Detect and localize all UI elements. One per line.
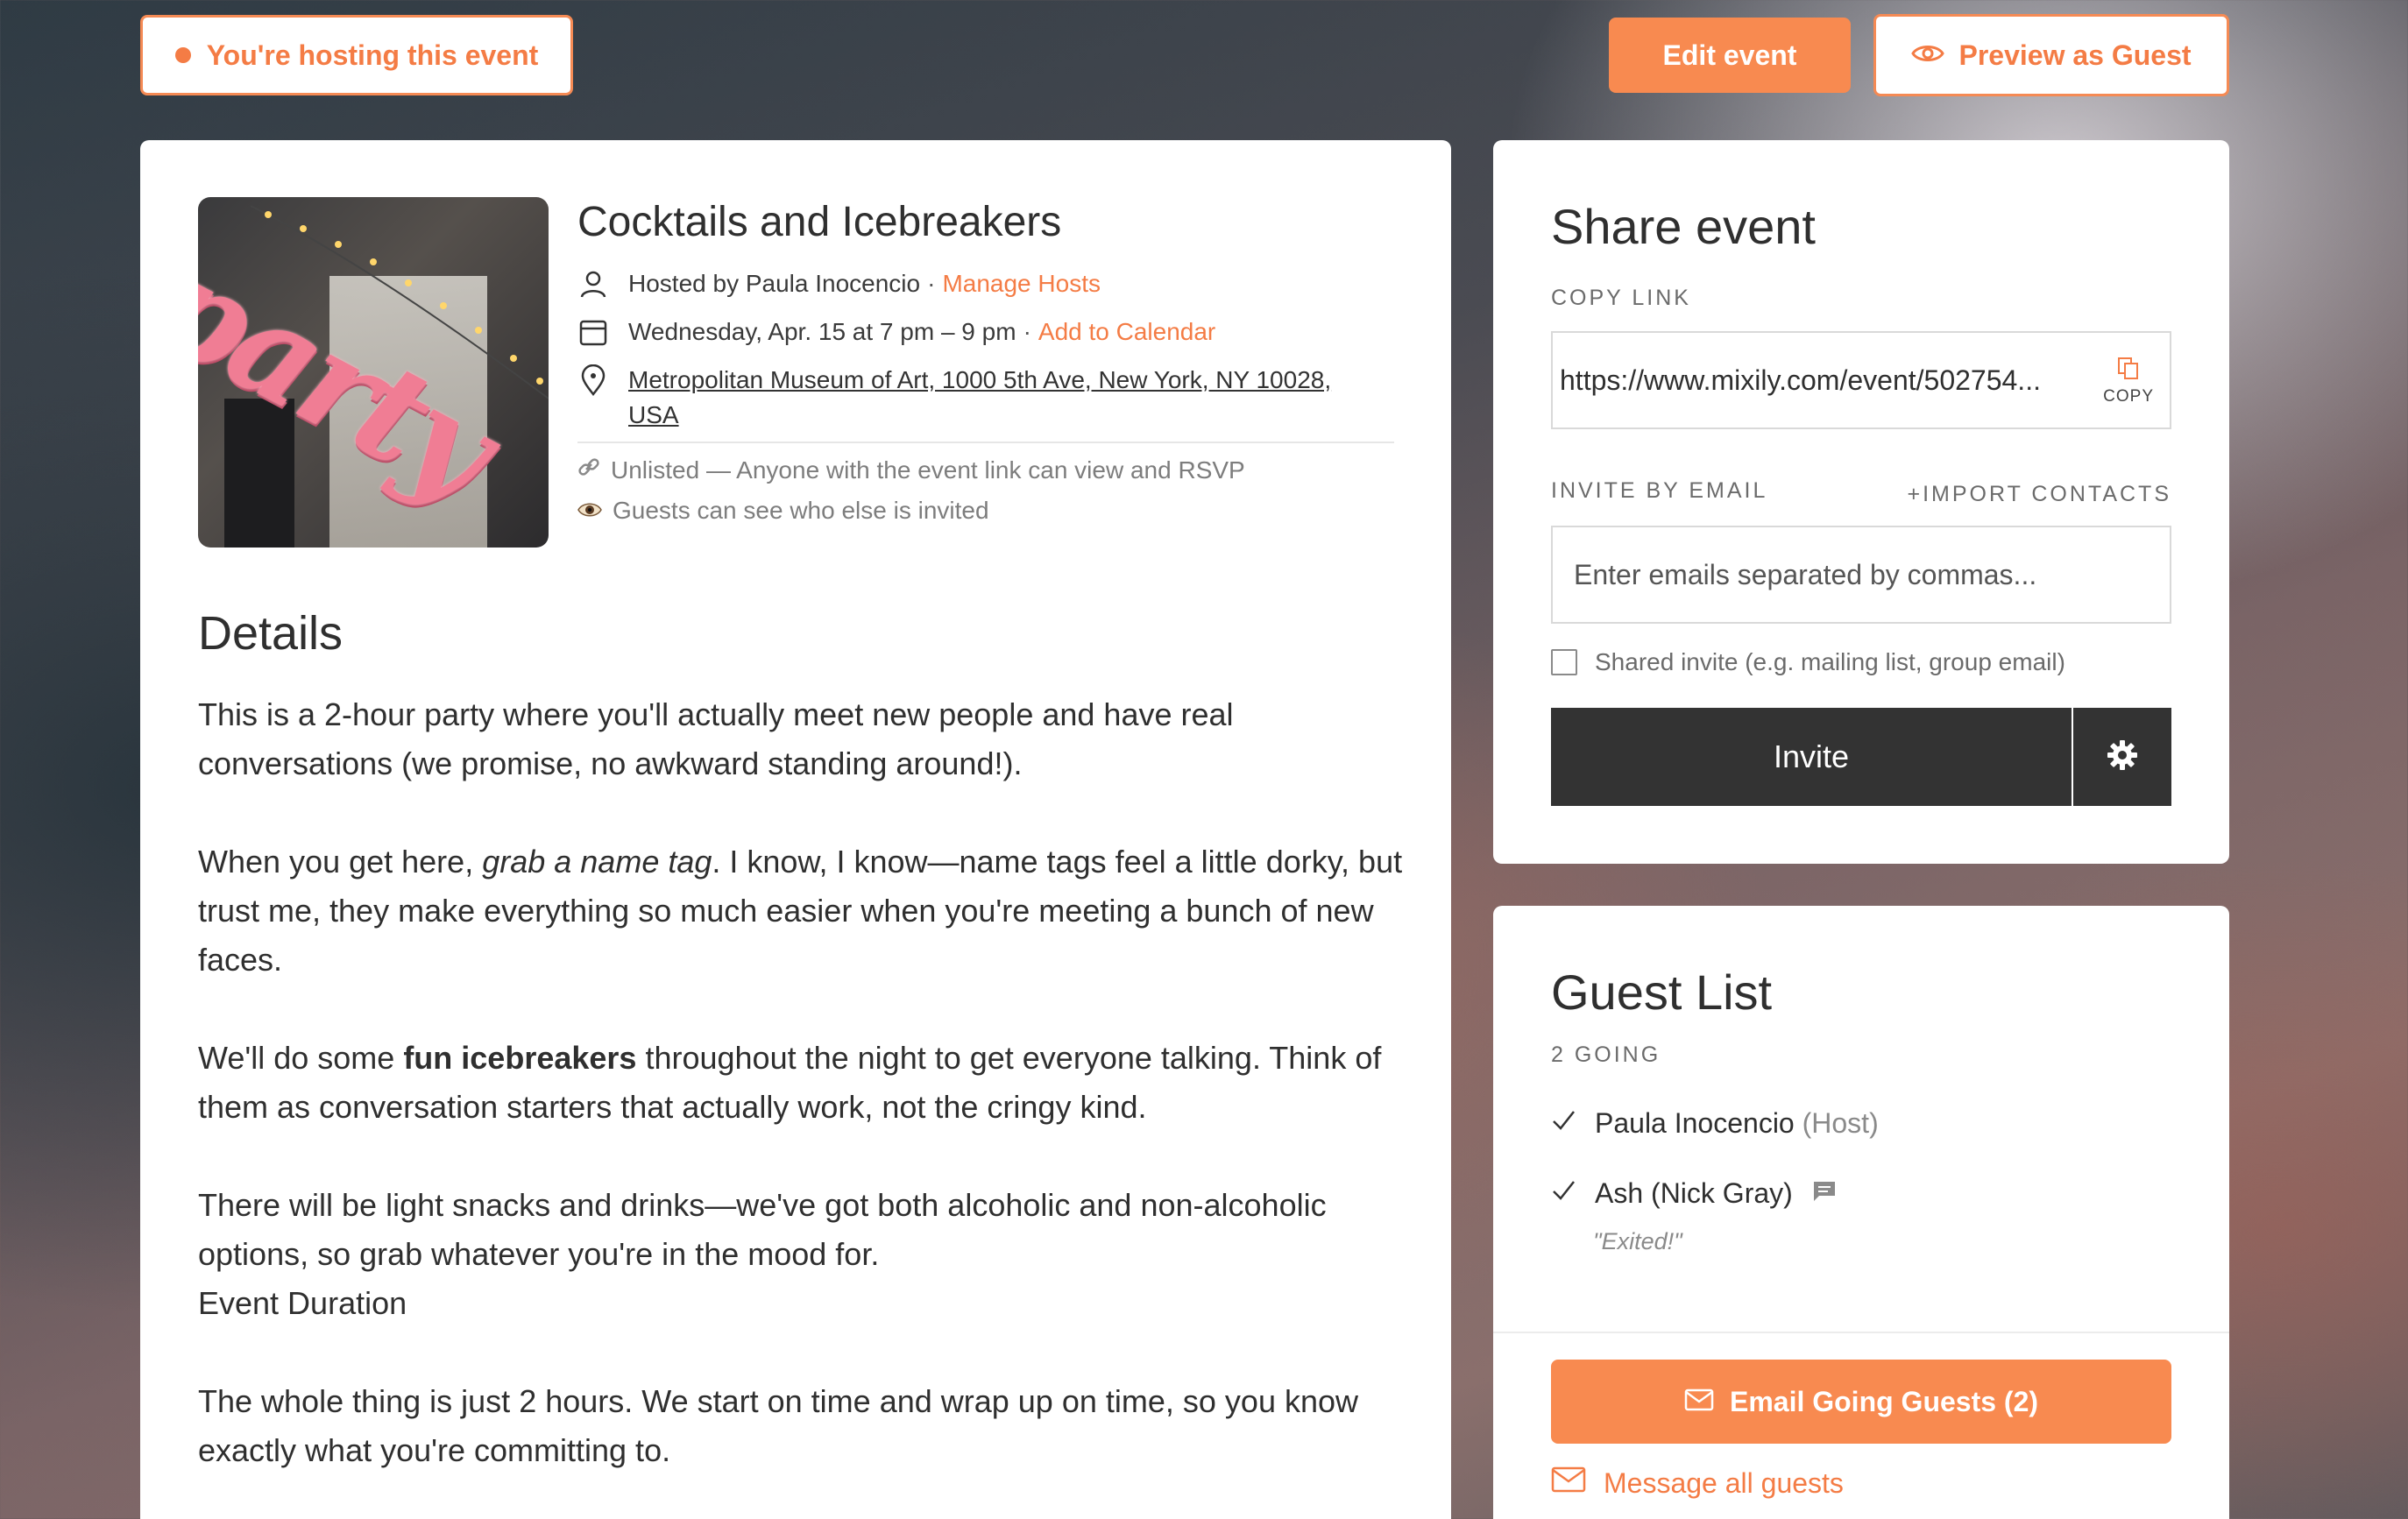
- eye-icon: [1911, 39, 1945, 72]
- share-event-heading: Share event: [1551, 199, 1816, 254]
- guest-name-text: Ash (Nick Gray): [1595, 1177, 1793, 1209]
- invite-button[interactable]: Invite: [1551, 708, 2072, 806]
- mail-icon: [1551, 1466, 1586, 1500]
- invite-settings-button[interactable]: [2073, 708, 2171, 806]
- guest-visibility-row: Guests can see who else is invited: [577, 497, 989, 525]
- email-placeholder: Enter emails separated by commas...: [1574, 558, 2037, 590]
- mail-icon: [1684, 1386, 1714, 1418]
- location-pin-icon: [577, 363, 616, 398]
- add-to-calendar-link[interactable]: Add to Calendar: [1038, 314, 1215, 350]
- details-subheading: Event Duration: [198, 1285, 407, 1321]
- visibility-row: Unlisted — Anyone with the event link ca…: [577, 456, 1245, 484]
- check-icon: [1551, 1107, 1576, 1140]
- message-all-guests-link[interactable]: Message all guests: [1551, 1466, 1844, 1500]
- shared-invite-row: Shared invite (e.g. mailing list, group …: [1551, 648, 2065, 676]
- visibility-text: Unlisted — Anyone with the event link ca…: [611, 456, 1245, 484]
- details-strong: fun icebreakers: [403, 1040, 637, 1076]
- comment-icon[interactable]: [1812, 1177, 1837, 1210]
- event-link-text: https://www.mixily.com/event/502754...: [1560, 364, 2041, 396]
- details-text: When you get here,: [198, 844, 483, 880]
- copy-label: COPY: [2103, 387, 2154, 406]
- guest-list-card: Guest List 2 GOING Paula Inocencio (Host…: [1493, 906, 2229, 1519]
- copy-link-button[interactable]: COPY: [2103, 356, 2154, 406]
- event-main-card: party Cocktails and Icebreakers Hosted b…: [140, 140, 1451, 1519]
- host-tag: (Host): [1802, 1107, 1879, 1139]
- manage-hosts-link[interactable]: Manage Hosts: [942, 266, 1101, 301]
- details-heading: Details: [198, 607, 343, 660]
- guest-comment: "Exited!": [1593, 1228, 1682, 1254]
- link-icon: [577, 456, 600, 484]
- gear-icon: [2105, 738, 2140, 777]
- edit-event-button[interactable]: Edit event: [1609, 18, 1851, 93]
- invite-button-label: Invite: [1773, 738, 1850, 774]
- separator-dot: ·: [1023, 318, 1031, 345]
- email-going-guests-button[interactable]: Email Going Guests (2): [1551, 1360, 2171, 1444]
- location-line-2: USA: [628, 401, 679, 428]
- check-icon: [1551, 1177, 1576, 1210]
- going-count: 2 GOING: [1551, 1042, 1661, 1067]
- datetime-text: Wednesday, Apr. 15 at 7 pm – 9 pm: [628, 318, 1016, 345]
- details-paragraph: When you get here, grab a name tag. I kn…: [198, 837, 1416, 985]
- hosted-by-text: Hosted by Paula Inocencio: [628, 270, 921, 297]
- event-title: Cocktails and Icebreakers: [577, 199, 1062, 245]
- details-paragraph: We'll do some fun icebreakers throughout…: [198, 1034, 1399, 1132]
- details-paragraph: There will be light snacks and drinks—we…: [198, 1187, 1327, 1272]
- edit-event-label: Edit event: [1662, 39, 1797, 71]
- copy-link-label: COPY LINK: [1551, 286, 1691, 310]
- meta-divider: [577, 442, 1394, 443]
- shared-invite-label: Shared invite (e.g. mailing list, group …: [1595, 648, 2065, 675]
- separator-dot: ·: [927, 270, 936, 297]
- guest-divider: [1493, 1332, 2229, 1333]
- event-cover-image[interactable]: party: [198, 197, 549, 548]
- email-going-guests-label: Email Going Guests (2): [1729, 1385, 2039, 1417]
- details-body: This is a 2-hour party where you'll actu…: [198, 690, 1407, 1519]
- guest-visibility-text: Guests can see who else is invited: [613, 497, 989, 524]
- preview-as-guest-label: Preview as Guest: [1958, 39, 2192, 71]
- share-event-card: Share event COPY LINK https://www.mixily…: [1493, 140, 2229, 864]
- preview-as-guest-button[interactable]: Preview as Guest: [1873, 14, 2229, 96]
- message-all-guests-label: Message all guests: [1604, 1466, 1844, 1499]
- hosted-by-row: Hosted by Paula Inocencio · Manage Hosts: [577, 266, 1101, 301]
- calendar-icon: [577, 314, 616, 350]
- guest-row[interactable]: Paula Inocencio (Host): [1551, 1107, 1879, 1140]
- import-contacts-link[interactable]: +IMPORT CONTACTS: [1907, 482, 2171, 507]
- guest-name-text: Paula Inocencio: [1595, 1107, 1795, 1139]
- guest-list-heading: Guest List: [1551, 964, 1773, 1020]
- details-paragraph: The whole thing is just 2 hours. We star…: [198, 1383, 1359, 1468]
- event-link-field[interactable]: https://www.mixily.com/event/502754... C…: [1551, 331, 2171, 429]
- details-emphasis: grab a name tag: [482, 844, 712, 880]
- hosting-badge: You're hosting this event: [140, 15, 573, 95]
- eye-emoji-icon: [577, 497, 602, 525]
- status-dot-icon: [174, 47, 191, 63]
- invite-by-email-label: INVITE BY EMAIL: [1551, 478, 1768, 503]
- person-icon: [577, 266, 616, 301]
- invite-email-input[interactable]: Enter emails separated by commas...: [1551, 526, 2171, 624]
- datetime-row: Wednesday, Apr. 15 at 7 pm – 9 pm · Add …: [577, 314, 1215, 350]
- location-line-1: Metropolitan Museum of Art, 1000 5th Ave…: [628, 366, 1332, 393]
- shared-invite-checkbox[interactable]: [1551, 649, 1577, 675]
- hosting-label: You're hosting this event: [206, 39, 539, 71]
- location-link[interactable]: Metropolitan Museum of Art, 1000 5th Ave…: [628, 363, 1331, 433]
- guest-name: Paula Inocencio (Host): [1595, 1107, 1879, 1140]
- guest-row[interactable]: Ash (Nick Gray): [1551, 1177, 1837, 1210]
- location-row: Metropolitan Museum of Art, 1000 5th Ave…: [577, 363, 1331, 433]
- copy-icon: [2115, 356, 2142, 387]
- details-text: We'll do some: [198, 1040, 404, 1076]
- details-paragraph: This is a 2-hour party where you'll actu…: [198, 696, 1234, 781]
